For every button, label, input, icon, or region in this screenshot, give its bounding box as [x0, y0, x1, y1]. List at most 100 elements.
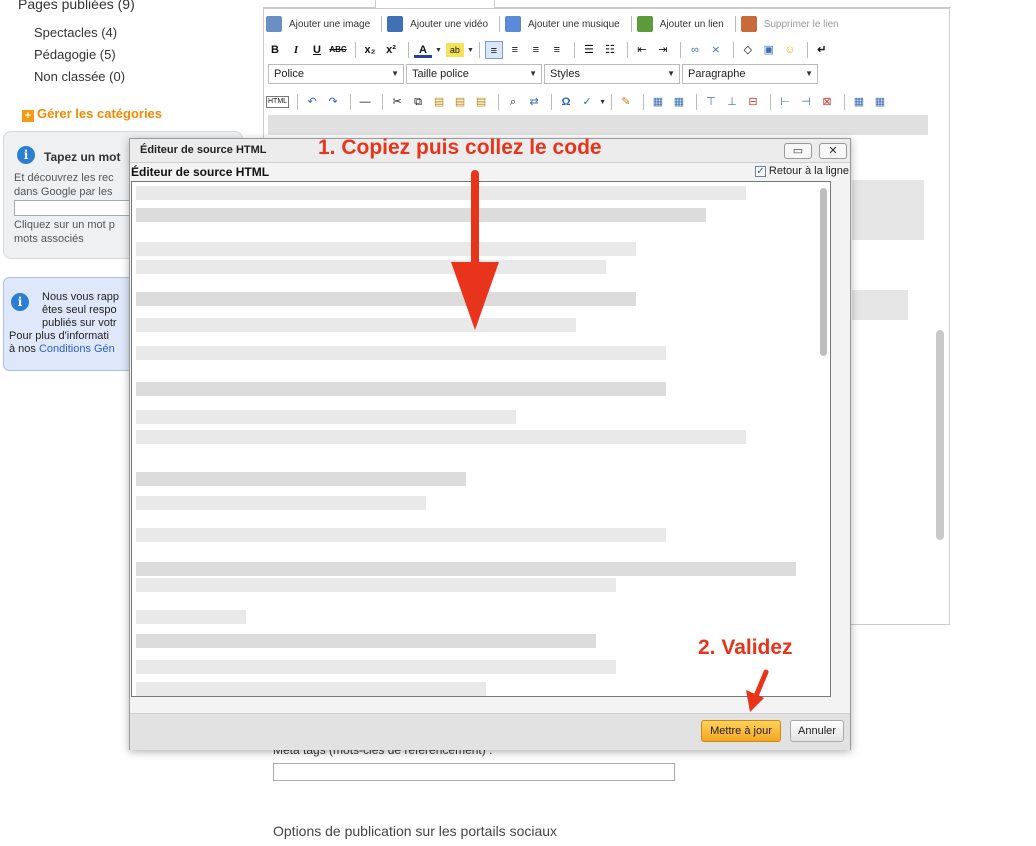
find-icon[interactable]: ⌕ — [504, 93, 522, 111]
meta-tags-input[interactable] — [273, 763, 675, 781]
align-center-button[interactable]: ≡ — [506, 41, 524, 59]
remove-link-button[interactable]: Supprimer le lien — [740, 16, 839, 32]
notice-text-1: Nous vous rapp — [42, 291, 120, 303]
merge-cells-icon[interactable]: ▦ — [871, 93, 889, 111]
keyword-box-text-3: Cliquez sur un mot p — [14, 219, 115, 231]
line-break-icon[interactable]: ↵ — [813, 41, 831, 59]
chevron-down-icon: ▼ — [466, 46, 474, 54]
social-options-title: Options de publication sur les portails … — [273, 823, 558, 839]
keyword-box-text-4: mots associés — [14, 233, 84, 245]
manage-categories-link[interactable]: + Gérer les catégories — [22, 106, 162, 122]
insert-col-after-icon[interactable]: ⊣ — [797, 93, 815, 111]
italic-button[interactable]: I — [287, 41, 305, 59]
bullet-list-button[interactable]: ☰ — [580, 41, 598, 59]
table-row-icon[interactable]: ▦ — [649, 93, 667, 111]
editor-content-blur — [268, 115, 928, 135]
align-right-button[interactable]: ≡ — [527, 41, 545, 59]
styles-select[interactable]: Styles ▼ — [544, 64, 680, 84]
highlight-button[interactable]: ab — [445, 43, 464, 57]
notice-text-5: à nos Conditions Gén — [9, 343, 115, 355]
category-link-spectacles[interactable]: Spectacles (4) — [34, 25, 117, 40]
text-color-button[interactable]: A — [414, 42, 432, 58]
manage-categories-label: Gérer les catégories — [37, 106, 163, 121]
redo-icon[interactable]: ↷ — [324, 93, 342, 111]
editor-scrollbar[interactable] — [936, 330, 944, 540]
font-size-select[interactable]: Taille police ▼ — [406, 64, 542, 84]
wrap-lines-checkbox[interactable]: ✓ — [754, 165, 766, 177]
copy-icon[interactable]: ⧉ — [409, 93, 427, 111]
textarea-scrollbar[interactable] — [820, 188, 827, 356]
bold-button[interactable]: B — [266, 41, 284, 59]
horizontal-rule-icon[interactable]: — — [356, 93, 374, 111]
editor-tab-active[interactable] — [375, 0, 495, 8]
numbered-list-button[interactable]: ☷ — [601, 41, 619, 59]
format-toolbar: B I U ABC x₂ x² A ▼ ab ▼ ≡ ≡ ≡ ≡ ☰ ☷ ⇤ ⇥ ∞… — [266, 38, 834, 62]
replace-icon[interactable]: ⇄ — [525, 93, 543, 111]
insert-row-before-icon[interactable]: ⊤ — [702, 93, 720, 111]
info-icon: i — [17, 146, 35, 164]
paste-icon[interactable]: ▤ — [430, 93, 448, 111]
editor-tabs — [263, 0, 951, 8]
paste-word-icon[interactable]: ▤ — [472, 93, 490, 111]
conditions-link[interactable]: Conditions Gén — [39, 343, 115, 355]
delete-row-icon[interactable]: ⊟ — [744, 93, 762, 111]
dialog-subtitle: Éditeur de source HTML — [131, 165, 270, 179]
published-pages-title: Pages publiées (9) — [18, 0, 135, 12]
category-link-non-classee[interactable]: Non classée (0) — [34, 69, 125, 84]
dialog-footer: Mettre à jour Annuler — [130, 713, 850, 750]
subscript-button[interactable]: x₂ — [361, 41, 379, 59]
add-music-button[interactable]: Ajouter une musique — [505, 16, 620, 32]
chevron-down-icon: ▼ — [599, 98, 606, 106]
align-justify-button[interactable]: ≡ — [548, 41, 566, 59]
insert-col-before-icon[interactable]: ⊢ — [776, 93, 794, 111]
special-char-icon[interactable]: Ω — [557, 93, 575, 111]
notice-text-4: Pour plus d'informati — [9, 330, 109, 342]
align-left-button[interactable]: ≡ — [484, 41, 503, 59]
close-button[interactable]: ✕ — [819, 143, 847, 159]
superscript-button[interactable]: x² — [382, 41, 400, 59]
cut-icon[interactable]: ✂ — [388, 93, 406, 111]
unlink-icon[interactable]: ⨯ — [707, 41, 725, 59]
info-icon: i — [11, 293, 29, 311]
font-select[interactable]: Police ▼ — [268, 64, 404, 84]
table-cell-icon[interactable]: ▦ — [670, 93, 688, 111]
link-icon[interactable]: ∞ — [686, 41, 704, 59]
html-source-button[interactable]: HTML — [266, 96, 290, 108]
chevron-down-icon: ▼ — [435, 46, 442, 54]
media-icon[interactable]: ▣ — [760, 41, 778, 59]
wrap-lines-label: Retour à la ligne — [768, 165, 849, 177]
dialog-window-title: Éditeur de source HTML — [140, 144, 267, 156]
edit-icon[interactable]: ✎ — [617, 93, 635, 111]
keyword-box-text-1: Et découvrez les rec — [14, 172, 114, 184]
maximize-button[interactable]: ▭ — [784, 143, 812, 159]
chevron-down-icon: ▼ — [667, 69, 675, 78]
smiley-icon[interactable]: ☺ — [781, 41, 799, 59]
eraser-icon[interactable]: ◇ — [739, 41, 757, 59]
notice-text-prefix: à nos — [9, 343, 39, 355]
wrap-lines-toggle[interactable]: ✓ Retour à la ligne — [754, 165, 849, 177]
update-button[interactable]: Mettre à jour — [701, 720, 781, 742]
paragraph-select[interactable]: Paragraphe ▼ — [682, 64, 818, 84]
annotation-step-1: 1. Copiez puis collez le code — [318, 136, 602, 159]
add-link-button[interactable]: Ajouter un lien — [636, 16, 724, 32]
spellcheck-icon[interactable]: ✓ — [578, 93, 596, 111]
editor-content-blur — [852, 290, 908, 320]
undo-icon[interactable]: ↶ — [303, 93, 321, 111]
category-link-pedagogie[interactable]: Pédagogie (5) — [34, 47, 116, 62]
annotation-step-2: 2. Validez — [698, 636, 793, 659]
split-cells-icon[interactable]: ▦ — [850, 93, 868, 111]
keyword-box-text-2: dans Google par les — [14, 186, 113, 198]
indent-button[interactable]: ⇥ — [654, 41, 672, 59]
underline-button[interactable]: U — [308, 41, 326, 59]
paste-text-icon[interactable]: ▤ — [451, 93, 469, 111]
delete-col-icon[interactable]: ⊠ — [818, 93, 836, 111]
insert-row-after-icon[interactable]: ⊥ — [723, 93, 741, 111]
cancel-button[interactable]: Annuler — [790, 720, 844, 742]
notice-text-3: publiés sur votr — [42, 317, 117, 329]
strikethrough-button[interactable]: ABC — [329, 41, 347, 59]
chevron-down-icon: ▼ — [805, 69, 813, 78]
add-image-button[interactable]: Ajouter une image — [266, 16, 370, 32]
add-video-button[interactable]: Ajouter une vidéo — [387, 16, 488, 32]
outdent-button[interactable]: ⇤ — [633, 41, 651, 59]
keyword-input[interactable] — [14, 200, 136, 216]
